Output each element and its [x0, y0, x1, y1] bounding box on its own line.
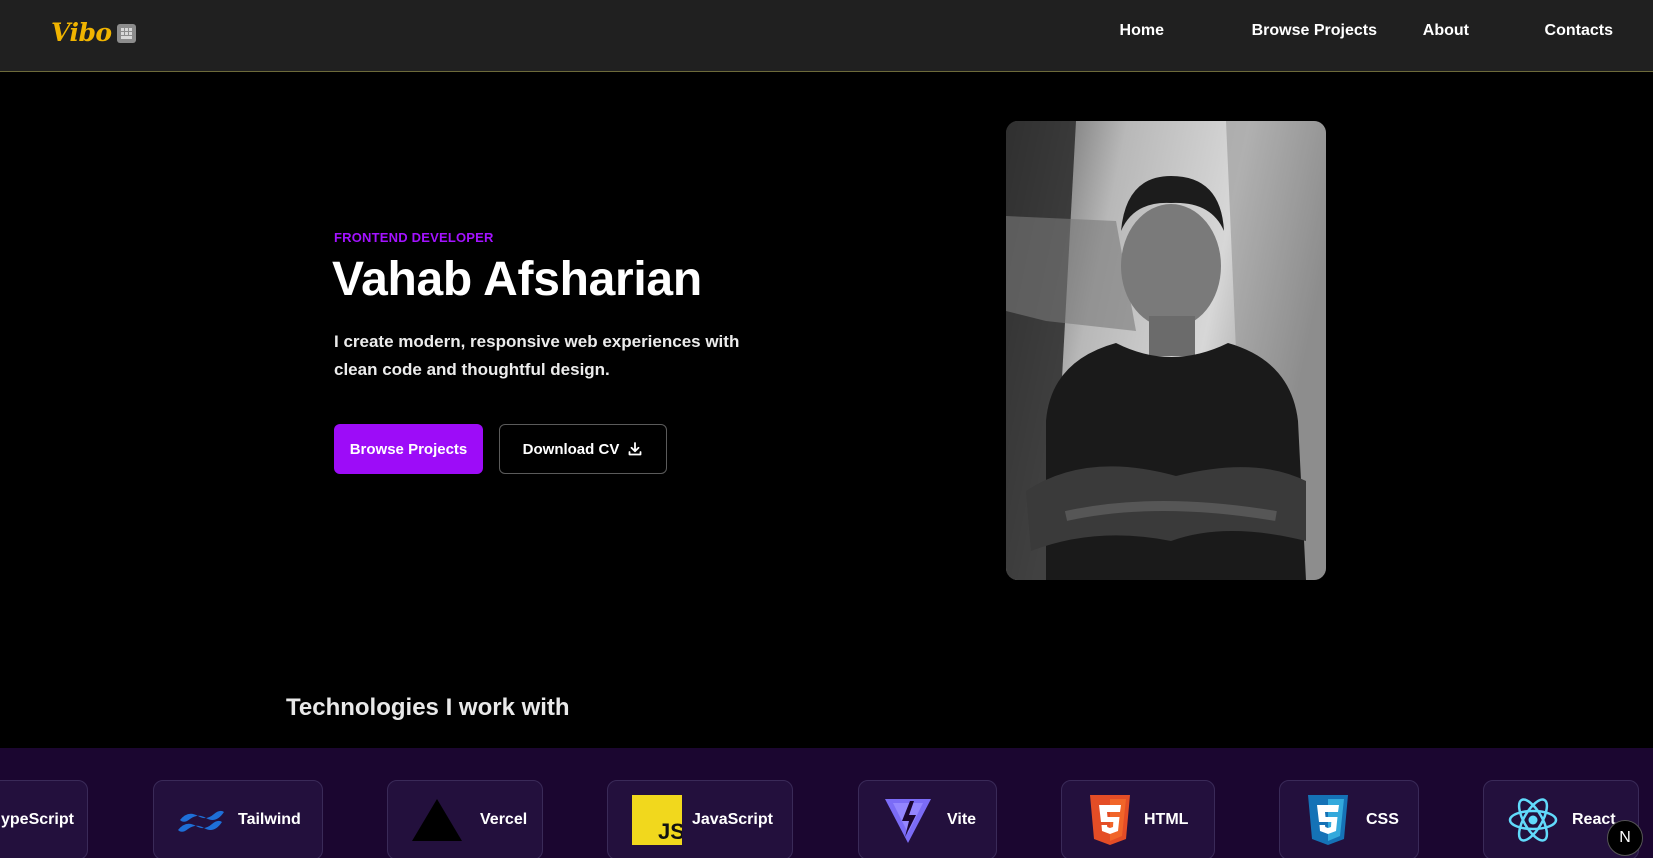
keyboard-icon — [116, 24, 136, 43]
vercel-icon — [412, 799, 462, 841]
download-cv-button[interactable]: Download CV — [499, 424, 667, 474]
tech-label: Vercel — [480, 811, 528, 828]
nav-about[interactable]: About — [1423, 22, 1469, 40]
hero-name: Vahab Afsharian — [332, 253, 702, 306]
tech-card-vercel: Vercel — [387, 780, 543, 858]
technologies-marquee: ypeScript Tailwind Vercel JS JavaScript … — [0, 748, 1653, 858]
tech-card-javascript: JS JavaScript — [607, 780, 793, 858]
tech-card-vite: Vite — [858, 780, 997, 858]
tech-card-css: CSS — [1279, 780, 1419, 858]
role-eyebrow: FRONTEND DEVELOPER — [334, 230, 494, 245]
browse-projects-label: Browse Projects — [349, 440, 468, 458]
tech-label: Vite — [947, 811, 977, 828]
technologies-title: Technologies I work with — [286, 694, 570, 721]
tech-label: JavaScript — [692, 811, 773, 828]
nav-home[interactable]: Home — [1120, 22, 1164, 40]
svg-text:JS: JS — [658, 819, 682, 844]
tech-card-html: HTML — [1061, 780, 1215, 858]
hero-tagline: I create modern, responsive web experien… — [334, 332, 740, 379]
tech-label: ypeScript — [1, 811, 74, 828]
nextjs-dev-badge[interactable]: N — [1607, 820, 1643, 856]
download-icon — [628, 442, 642, 456]
portrait-photo — [1006, 121, 1326, 580]
logo-text: Vibo — [51, 18, 112, 47]
javascript-icon: JS — [632, 795, 682, 845]
css3-icon — [1308, 795, 1348, 845]
tech-label: React — [1572, 811, 1616, 828]
html5-icon — [1090, 795, 1130, 845]
site-header: Vibo Home Browse Projects About Contacts — [0, 0, 1653, 72]
nav-contacts[interactable]: Contacts — [1545, 22, 1613, 40]
nav-browse-projects[interactable]: Browse Projects — [1252, 22, 1377, 40]
nextjs-icon: N — [1619, 829, 1631, 846]
tech-label: HTML — [1144, 811, 1189, 828]
tech-label: Tailwind — [238, 811, 301, 828]
tech-label: CSS — [1366, 811, 1399, 828]
tech-card-tailwind: Tailwind — [153, 780, 323, 858]
react-icon — [1508, 798, 1558, 842]
vite-icon — [885, 799, 931, 843]
tailwind-icon — [178, 810, 224, 832]
download-cv-label: Download CV — [522, 440, 620, 458]
logo[interactable]: Vibo — [51, 18, 136, 47]
browse-projects-button[interactable]: Browse Projects — [334, 424, 483, 474]
tech-card-typescript: ypeScript — [0, 780, 88, 858]
